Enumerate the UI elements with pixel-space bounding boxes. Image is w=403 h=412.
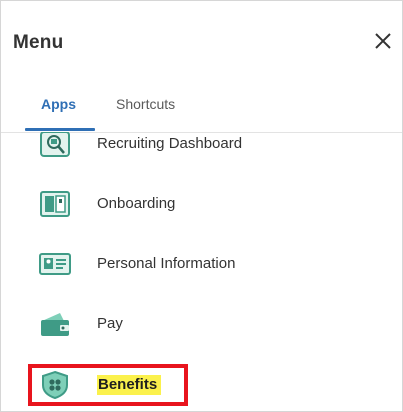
- menu-panel: Menu Apps Shortcuts Recruiting Dashboard…: [0, 0, 403, 412]
- benefits-icon: [38, 370, 72, 400]
- menu-tabs: Apps Shortcuts: [1, 85, 402, 133]
- recruiting-dashboard-icon: [38, 132, 72, 159]
- app-item-benefits[interactable]: Benefits: [1, 364, 402, 408]
- app-item-label: Onboarding: [97, 195, 176, 212]
- app-item-label: Benefits: [97, 375, 162, 395]
- close-button[interactable]: [370, 28, 396, 54]
- app-item-label: Pay: [97, 315, 123, 332]
- app-item-recruiting-dashboard[interactable]: Recruiting Dashboard: [1, 132, 402, 167]
- app-item-label: Personal Information: [97, 255, 236, 272]
- tab-apps[interactable]: Apps: [41, 96, 76, 112]
- menu-header: Menu: [1, 1, 402, 81]
- pay-icon: [38, 309, 72, 339]
- app-item-label: Recruiting Dashboard: [97, 135, 243, 152]
- apps-list: Recruiting Dashboard Onboarding Personal…: [1, 132, 402, 411]
- personal-information-icon: [38, 249, 72, 279]
- active-tab-indicator: [25, 128, 95, 131]
- app-item-personal-information[interactable]: Personal Information: [1, 243, 402, 287]
- app-item-onboarding[interactable]: Onboarding: [1, 183, 402, 227]
- menu-title: Menu: [13, 32, 64, 53]
- close-icon: [375, 33, 391, 49]
- tab-shortcuts[interactable]: Shortcuts: [116, 96, 175, 112]
- benefits-label-highlight: Benefits: [97, 375, 162, 395]
- onboarding-icon: [38, 189, 72, 219]
- app-item-pay[interactable]: Pay: [1, 303, 402, 347]
